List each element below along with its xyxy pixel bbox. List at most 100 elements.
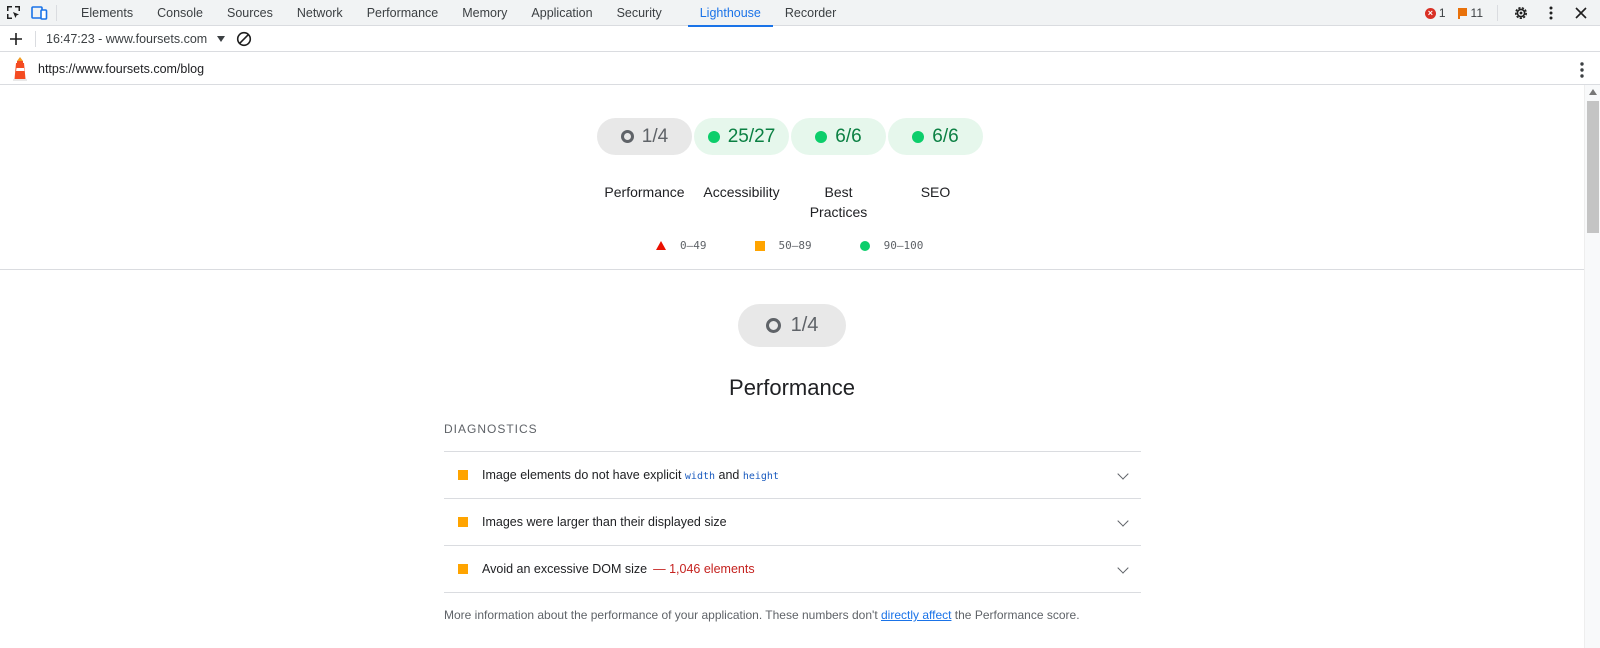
lighthouse-logo-icon — [10, 56, 30, 82]
score-legend: 0–49 50–89 90–100 — [656, 239, 971, 252]
pass-dot-icon — [912, 130, 925, 143]
tab-network[interactable]: Network — [285, 0, 355, 26]
score-pill: 1/4 — [597, 118, 692, 155]
diagnostics-description: More information about the performance o… — [444, 608, 1141, 622]
description-after: the Performance score. — [951, 608, 1080, 622]
audit-title: Images were larger than their displayed … — [482, 515, 727, 529]
pass-circle-icon — [859, 240, 870, 251]
error-count: 1 — [1438, 6, 1446, 20]
warning-count: 11 — [1470, 6, 1483, 20]
error-counter[interactable]: × 1 — [1421, 6, 1450, 20]
report-url[interactable]: https://www.foursets.com/blog — [38, 62, 204, 76]
legend-average-range: 50–89 — [778, 239, 812, 252]
average-square-icon — [458, 564, 468, 574]
tab-elements[interactable]: Elements — [69, 0, 145, 26]
gauge-label: SEO — [920, 184, 951, 200]
gauge-label: Best Practices — [809, 184, 868, 220]
report-url-bar: https://www.foursets.com/blog — [0, 53, 1600, 85]
legend-fail-range: 0–49 — [680, 239, 707, 252]
legend-pass: 90–100 — [859, 239, 924, 252]
audit-title-mid: and — [715, 468, 743, 482]
gauge-label: Performance — [604, 184, 685, 200]
toolbar-separator — [1497, 5, 1498, 21]
audit-row[interactable]: Avoid an excessive DOM size — 1,046 elem… — [444, 546, 1141, 593]
chevron-down-icon — [1117, 515, 1129, 527]
neutral-ring-icon — [620, 130, 634, 143]
audit-title-prefix: Image elements do not have explicit — [482, 468, 685, 482]
gauge-seo[interactable]: 6/6 SEO — [887, 118, 984, 222]
tab-lighthouse[interactable]: Lighthouse — [687, 0, 774, 27]
gauge-best-practices[interactable]: 6/6 Best Practices — [790, 118, 887, 222]
chevron-down-icon — [1117, 562, 1129, 574]
more-options-icon[interactable] — [1538, 0, 1564, 26]
code-width: width — [684, 471, 716, 482]
average-square-icon — [754, 240, 765, 251]
audit-title: Avoid an excessive DOM size — [482, 562, 648, 576]
score-value: 1/4 — [790, 314, 819, 336]
panel-tabs: Elements Console Sources Network Perform… — [69, 0, 848, 27]
report-scrollbar[interactable] — [1584, 85, 1600, 648]
audit-title: Image elements do not have explicit widt… — [482, 468, 779, 482]
report-content: 1/4 Performance 25/27 Accessibility 6/6 … — [0, 85, 1584, 648]
toolbar-separator — [35, 30, 36, 47]
score-value: 6/6 — [932, 125, 959, 147]
report-selector-label: 16:47:23 - www.foursets.com — [46, 31, 208, 46]
audit-display-value: — 1,046 elements — [653, 562, 755, 576]
audit-row[interactable]: Images were larger than their displayed … — [444, 499, 1141, 546]
score-pill: 25/27 — [694, 118, 789, 155]
legend-fail: 0–49 — [656, 239, 707, 252]
gauge-accessibility[interactable]: 25/27 Accessibility — [693, 118, 790, 222]
score-value: 1/4 — [641, 125, 669, 147]
settings-gear-icon[interactable] — [1508, 0, 1534, 26]
tab-memory[interactable]: Memory — [450, 0, 519, 26]
clear-reports-icon[interactable] — [231, 26, 257, 52]
gauge-label: Accessibility — [703, 184, 780, 200]
toolbar-separator — [56, 4, 57, 21]
performance-score-pill: 1/4 — [738, 304, 846, 347]
section-title: Performance — [729, 375, 855, 400]
diagnostics-heading: DIAGNOSTICS — [444, 422, 1141, 452]
score-pill: 6/6 — [791, 118, 886, 155]
tab-sources[interactable]: Sources — [215, 0, 285, 26]
tab-security[interactable]: Security — [605, 0, 674, 26]
legend-pass-range: 90–100 — [883, 239, 924, 252]
score-pill: 6/6 — [888, 118, 983, 155]
report-selector[interactable]: 16:47:23 - www.foursets.com — [46, 31, 226, 46]
lighthouse-toolbar: 16:47:23 - www.foursets.com — [0, 26, 1600, 52]
warning-flag-icon — [1457, 7, 1468, 19]
tabbar-right-controls: × 1 11 — [1421, 0, 1594, 26]
pass-dot-icon — [815, 130, 828, 143]
description-before: More information about the performance o… — [444, 608, 881, 622]
audit-row[interactable]: Image elements do not have explicit widt… — [444, 452, 1141, 499]
code-height: height — [742, 471, 779, 482]
average-square-icon — [458, 517, 468, 527]
directly-affect-link[interactable]: directly affect — [881, 608, 951, 622]
new-report-plus-icon[interactable] — [3, 26, 29, 52]
error-icon: × — [1424, 7, 1436, 19]
chevron-down-icon — [217, 35, 226, 42]
devtools-tabbar: Elements Console Sources Network Perform… — [0, 0, 1600, 27]
score-gauges: 1/4 Performance 25/27 Accessibility 6/6 … — [596, 118, 984, 222]
report-more-options-icon[interactable] — [1580, 62, 1584, 83]
neutral-ring-icon — [765, 318, 781, 333]
tab-performance[interactable]: Performance — [355, 0, 451, 26]
diagnostics-group: DIAGNOSTICS Image elements do not have e… — [444, 422, 1141, 622]
tab-console[interactable]: Console — [145, 0, 215, 26]
chevron-down-icon — [1117, 468, 1129, 480]
warning-counter[interactable]: 11 — [1454, 6, 1487, 20]
close-icon[interactable] — [1568, 0, 1594, 26]
section-divider — [0, 269, 1584, 270]
fail-triangle-icon — [656, 241, 666, 250]
legend-average: 50–89 — [754, 239, 812, 252]
score-value: 25/27 — [727, 125, 776, 147]
average-square-icon — [458, 470, 468, 480]
pass-dot-icon — [707, 130, 720, 143]
tab-recorder[interactable]: Recorder — [773, 0, 848, 26]
gauge-performance[interactable]: 1/4 Performance — [596, 118, 693, 222]
scrollbar-thumb[interactable] — [1587, 101, 1599, 233]
scroll-up-arrow-icon[interactable] — [1589, 89, 1597, 95]
device-toolbar-icon[interactable] — [26, 0, 52, 26]
score-value: 6/6 — [835, 125, 862, 147]
inspect-element-icon[interactable] — [0, 0, 26, 26]
tab-application[interactable]: Application — [519, 0, 604, 26]
